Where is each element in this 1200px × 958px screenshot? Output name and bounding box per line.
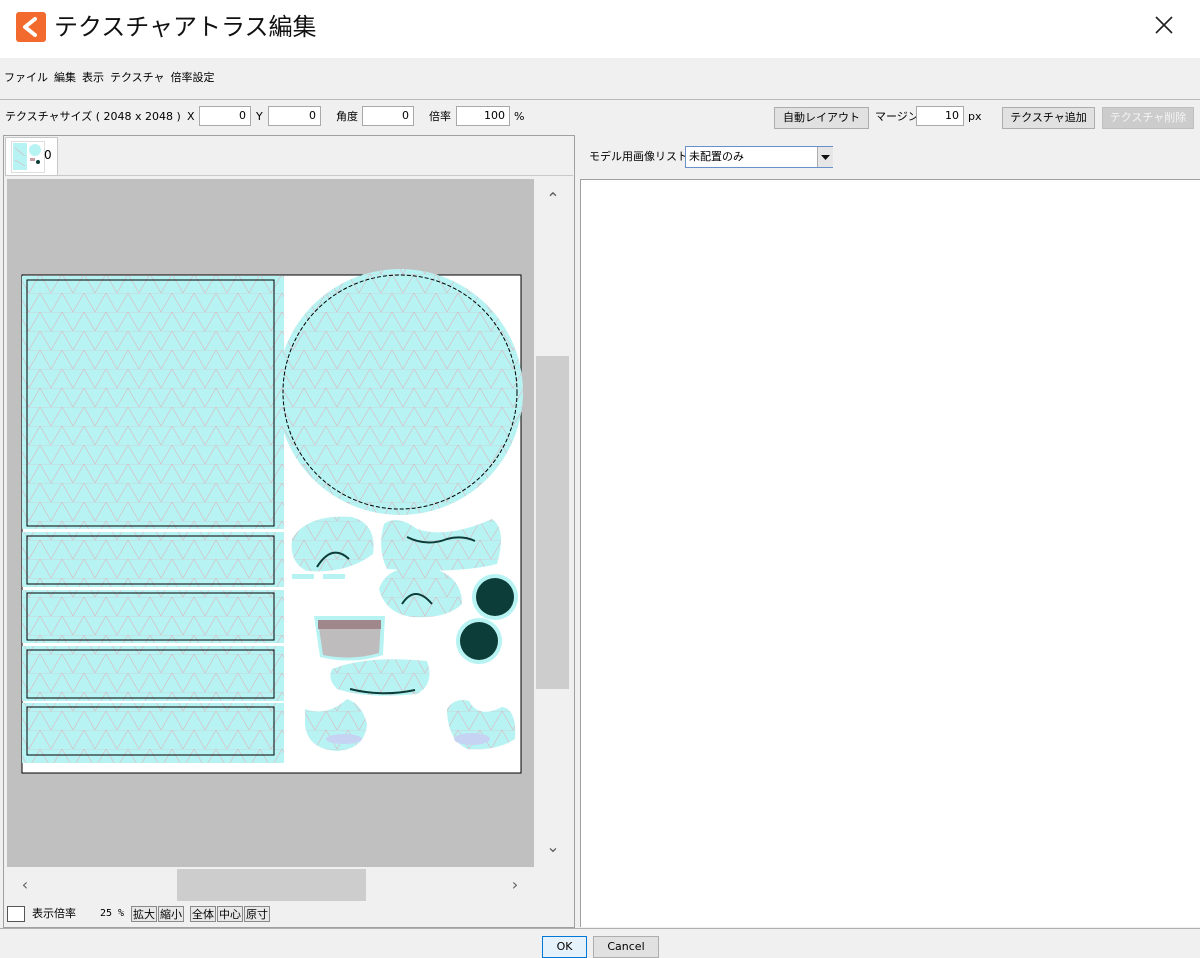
texture-size-label: テクスチャサイズ ( 2048 x 2048 ) (5, 110, 181, 123)
margin-input[interactable]: 10 (916, 106, 964, 126)
uv-island-circle (277, 269, 523, 515)
cancel-button[interactable]: Cancel (593, 936, 659, 958)
image-list-label: モデル用画像リスト (589, 150, 688, 163)
angle-label: 角度 (336, 110, 358, 123)
y-label: Y (256, 110, 263, 123)
scroll-corner (534, 867, 571, 902)
x-input[interactable]: 0 (199, 106, 251, 126)
delete-texture-button[interactable]: テクスチャ削除 (1102, 107, 1194, 129)
scroll-right-icon[interactable]: › (506, 876, 524, 894)
menu-scale-settings[interactable]: 倍率設定 (171, 66, 215, 90)
zoom-buttons: 拡大 縮小 全体 中心 原寸 (131, 906, 270, 922)
x-label: X (187, 110, 195, 123)
menu-view[interactable]: 表示 (82, 66, 104, 90)
margin-label: マージン (875, 110, 919, 123)
angle-input[interactable]: 0 (362, 106, 414, 126)
close-icon[interactable] (1144, 8, 1184, 46)
vertical-scroll-thumb[interactable] (536, 356, 569, 689)
margin-unit: px (968, 110, 982, 123)
texture-tab-label: 0 (44, 148, 52, 162)
menu-divider (0, 99, 1200, 100)
app-logo-icon (16, 12, 46, 42)
dropdown-selected-value: 未配置のみ (689, 150, 744, 163)
menu-texture[interactable]: テクスチャ (110, 66, 165, 90)
zoom-out-button[interactable]: 縮小 (158, 906, 184, 922)
uv-island-strip-3 (22, 646, 284, 701)
uv-island-lip (330, 659, 430, 696)
model-image-list[interactable] (580, 179, 1200, 927)
scale-unit: % (514, 110, 525, 123)
zoom-actual-size-button[interactable]: 原寸 (244, 906, 270, 922)
uv-island-large (22, 276, 284, 529)
scale-label: 倍率 (429, 110, 451, 123)
window-title: テクスチャアトラス編集 (54, 13, 317, 41)
tab-divider (5, 175, 573, 176)
texture-canvas[interactable] (7, 179, 534, 867)
texture-tab-0[interactable]: 0 (5, 137, 58, 175)
uv-island-strip-4 (22, 703, 284, 763)
zoom-in-button[interactable]: 拡大 (131, 906, 157, 922)
uv-island-mouth-inner (314, 616, 385, 661)
y-input[interactable]: 0 (268, 106, 321, 126)
texture-thumbnail-icon (11, 141, 45, 173)
zoom-label: 表示倍率 (32, 907, 76, 920)
scroll-up-icon[interactable]: ⌃ (544, 190, 562, 208)
zoom-value: 25 % (100, 908, 125, 919)
uv-pupil-1 (476, 578, 514, 616)
uv-island-strip-2 (22, 590, 284, 643)
uv-pupil-2 (460, 622, 498, 660)
image-filter-dropdown[interactable]: 未配置のみ (685, 146, 833, 168)
auto-layout-button[interactable]: 自動レイアウト (774, 107, 869, 129)
title-bar: テクスチャアトラス編集 (0, 0, 1200, 58)
scroll-left-icon[interactable]: ‹ (16, 876, 34, 894)
chevron-down-icon[interactable] (817, 147, 833, 167)
zoom-center-button[interactable]: 中心 (217, 906, 243, 922)
scroll-down-icon[interactable]: ⌄ (544, 838, 562, 856)
menu-bar: ファイル 編集 表示 テクスチャ 倍率設定 (0, 66, 1200, 90)
zoom-checkbox[interactable] (7, 906, 25, 922)
add-texture-button[interactable]: テクスチャ追加 (1002, 107, 1095, 129)
dialog-footer: OK Cancel (0, 928, 1200, 958)
menu-edit[interactable]: 編集 (54, 66, 76, 90)
ok-button[interactable]: OK (542, 936, 587, 958)
uv-island-strip-1 (22, 532, 284, 587)
uv-atlas-preview (21, 269, 523, 774)
scale-input[interactable]: 100 (456, 106, 510, 126)
horizontal-scroll-thumb[interactable] (177, 869, 366, 901)
zoom-fit-all-button[interactable]: 全体 (190, 906, 216, 922)
menu-file[interactable]: ファイル (4, 66, 48, 90)
